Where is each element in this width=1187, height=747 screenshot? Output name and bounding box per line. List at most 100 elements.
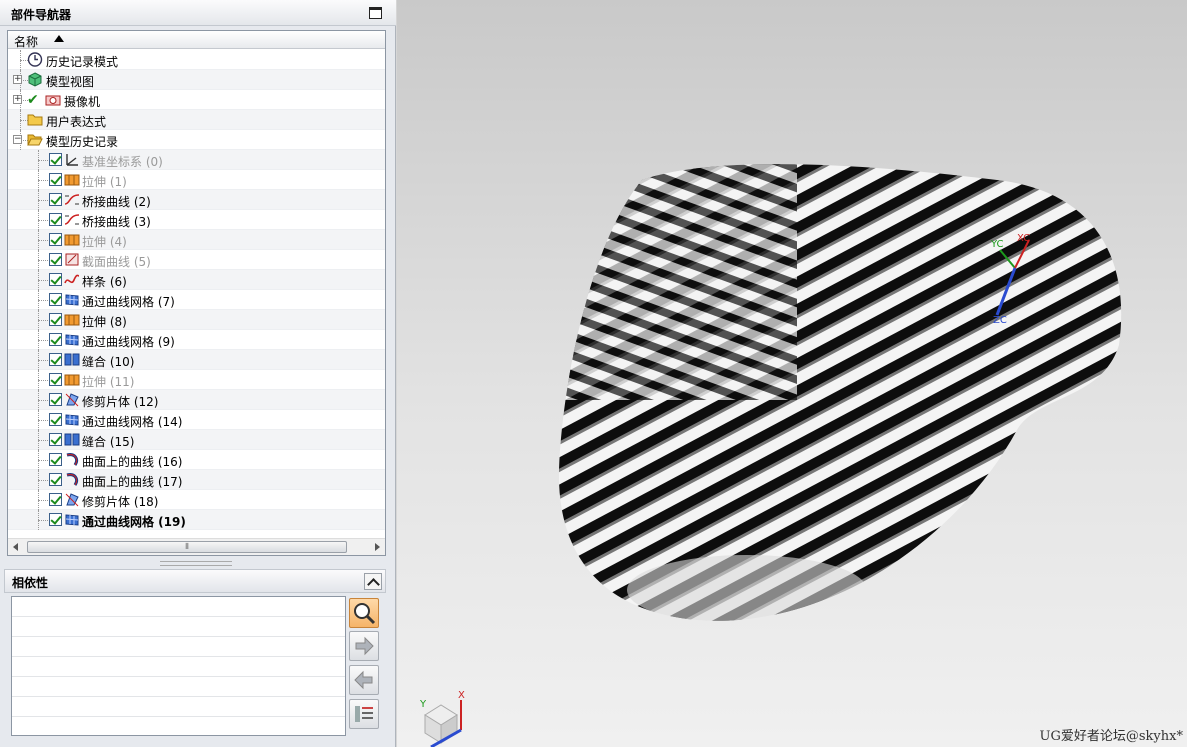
tree-row[interactable]: 修剪片体 (12)	[8, 390, 385, 410]
tree-row-label: 截面曲线 (5)	[82, 255, 151, 269]
visibility-checkbox[interactable]	[49, 173, 62, 186]
triad-x-label: X	[458, 690, 465, 701]
tree-row[interactable]: 通过曲线网格 (19)	[8, 510, 385, 530]
tree-row-label: 曲面上的曲线 (17)	[82, 475, 183, 489]
tree-connector	[38, 480, 48, 481]
details-button[interactable]	[349, 699, 379, 729]
wcs-xc-label: XC	[1017, 233, 1030, 244]
visibility-checkbox[interactable]	[49, 513, 62, 526]
visibility-checkbox[interactable]	[49, 153, 62, 166]
previous-button[interactable]	[349, 665, 379, 695]
tree-row[interactable]: 修剪片体 (18)	[8, 490, 385, 510]
tree-row[interactable]: 桥接曲线 (2)	[8, 190, 385, 210]
tree-row-label: 样条 (6)	[82, 275, 127, 289]
tree-row[interactable]: 通过曲线网格 (7)	[8, 290, 385, 310]
arrow-right-icon	[355, 636, 374, 656]
tree-row-label: 拉伸 (4)	[82, 235, 127, 249]
tree-row[interactable]: 通过曲线网格 (9)	[8, 330, 385, 350]
tree-row-label: 缝合 (15)	[82, 435, 135, 449]
tree-row[interactable]: − 模型历史记录	[8, 130, 385, 150]
collapse-icon[interactable]: −	[13, 135, 22, 144]
visibility-checkbox[interactable]	[49, 473, 62, 486]
tree-row[interactable]: + 模型视图	[8, 70, 385, 90]
tree-row[interactable]: 桥接曲线 (3)	[8, 210, 385, 230]
visibility-checkbox[interactable]	[49, 253, 62, 266]
tree-row-label: 通过曲线网格 (19)	[82, 515, 186, 529]
visibility-checkbox[interactable]	[49, 273, 62, 286]
tree-row[interactable]: 拉伸 (8)	[8, 310, 385, 330]
tree-row-label: 桥接曲线 (2)	[82, 195, 151, 209]
visibility-checkbox[interactable]	[49, 393, 62, 406]
visibility-checkbox[interactable]	[49, 233, 62, 246]
tree-row[interactable]: 拉伸 (4)	[8, 230, 385, 250]
tree-row[interactable]: 截面曲线 (5)	[8, 250, 385, 270]
list-item	[12, 597, 345, 617]
tree-row-label: 通过曲线网格 (14)	[82, 415, 183, 429]
tree-row[interactable]: 用户表达式	[8, 110, 385, 130]
visibility-checkbox[interactable]	[49, 453, 62, 466]
tree-row[interactable]: 基准坐标系 (0)	[8, 150, 385, 170]
list-item	[12, 697, 345, 717]
tree-connector	[38, 260, 48, 261]
maximize-icon[interactable]	[369, 7, 382, 19]
tree-row-label: 基准坐标系 (0)	[82, 155, 163, 169]
tree-row[interactable]: 曲面上的曲线 (17)	[8, 470, 385, 490]
extrude-icon	[64, 172, 80, 187]
list-item	[12, 637, 345, 657]
visibility-checkbox[interactable]	[49, 353, 62, 366]
expand-icon[interactable]: +	[13, 75, 22, 84]
list-item	[12, 617, 345, 637]
visibility-checkbox[interactable]	[49, 413, 62, 426]
navigator-title: 部件导航器	[11, 8, 72, 22]
dependencies-list[interactable]	[11, 596, 346, 736]
column-header-name[interactable]: 名称	[8, 31, 385, 49]
graphics-viewport[interactable]: YC XC ZC X Y UG爱好者论坛@skyhx*	[397, 0, 1187, 747]
tree-connector	[38, 380, 48, 381]
visibility-checkbox[interactable]	[49, 493, 62, 506]
panel-splitter[interactable]	[160, 561, 232, 566]
tree-row-label: 曲面上的曲线 (16)	[82, 455, 183, 469]
arrow-left-icon	[354, 670, 373, 690]
dependencies-title-bar: 相依性	[4, 569, 386, 593]
expand-icon[interactable]: +	[13, 95, 22, 104]
wcs-zc-label: ZC	[993, 315, 1007, 326]
tree-rows: 历史记录模式 + 模型视图 + ✔ 摄像机 用户表达式 − 模型历史记录基准坐标系 (0) 拉伸 …	[8, 50, 385, 530]
tree-row[interactable]: 通过曲线网格 (14)	[8, 410, 385, 430]
tree-row[interactable]: 缝合 (10)	[8, 350, 385, 370]
tree-row-label: 拉伸 (1)	[82, 175, 127, 189]
visibility-checkbox[interactable]	[49, 293, 62, 306]
tree-connector	[38, 300, 48, 301]
scroll-left-icon[interactable]	[13, 543, 18, 551]
visibility-checkbox[interactable]	[49, 193, 62, 206]
tree-connector	[38, 400, 48, 401]
tree-row[interactable]: + ✔ 摄像机	[8, 90, 385, 110]
tree-connector	[38, 420, 48, 421]
tree-connector	[38, 240, 48, 241]
tree-connector	[38, 320, 48, 321]
watermark: UG爱好者论坛@skyhx*	[1039, 729, 1183, 744]
curve-mesh-icon	[64, 292, 80, 307]
tree-row-label: 拉伸 (11)	[82, 375, 135, 389]
collapse-up-icon[interactable]	[364, 573, 382, 590]
visibility-checkbox[interactable]	[49, 433, 62, 446]
tree-row[interactable]: 缝合 (15)	[8, 430, 385, 450]
visibility-checkbox[interactable]	[49, 333, 62, 346]
zebra-surface-model[interactable]: YC XC ZC X Y	[397, 0, 1187, 747]
visibility-checkbox[interactable]	[49, 373, 62, 386]
bridge-curve-icon	[64, 212, 80, 227]
horizontal-scrollbar[interactable]: ⦀	[8, 538, 385, 555]
navigator-tree[interactable]: 名称 历史记录模式 + 模型视图 + ✔ 摄像机 用户表达式 − 模型历史记录基准坐标系 (0)…	[7, 30, 386, 556]
tree-row[interactable]: 曲面上的曲线 (16)	[8, 450, 385, 470]
tree-row[interactable]: 历史记录模式	[8, 50, 385, 70]
tree-row[interactable]: 样条 (6)	[8, 270, 385, 290]
next-button[interactable]	[349, 631, 379, 661]
tree-row[interactable]: 拉伸 (11)	[8, 370, 385, 390]
scroll-right-icon[interactable]	[375, 543, 380, 551]
folder-open-icon	[27, 132, 43, 147]
visibility-checkbox[interactable]	[49, 213, 62, 226]
scrollbar-thumb[interactable]: ⦀	[27, 541, 347, 553]
visibility-checkbox[interactable]	[49, 313, 62, 326]
tree-row[interactable]: 拉伸 (1)	[8, 170, 385, 190]
magnifier-button[interactable]	[349, 598, 379, 628]
bridge-curve-icon	[64, 192, 80, 207]
